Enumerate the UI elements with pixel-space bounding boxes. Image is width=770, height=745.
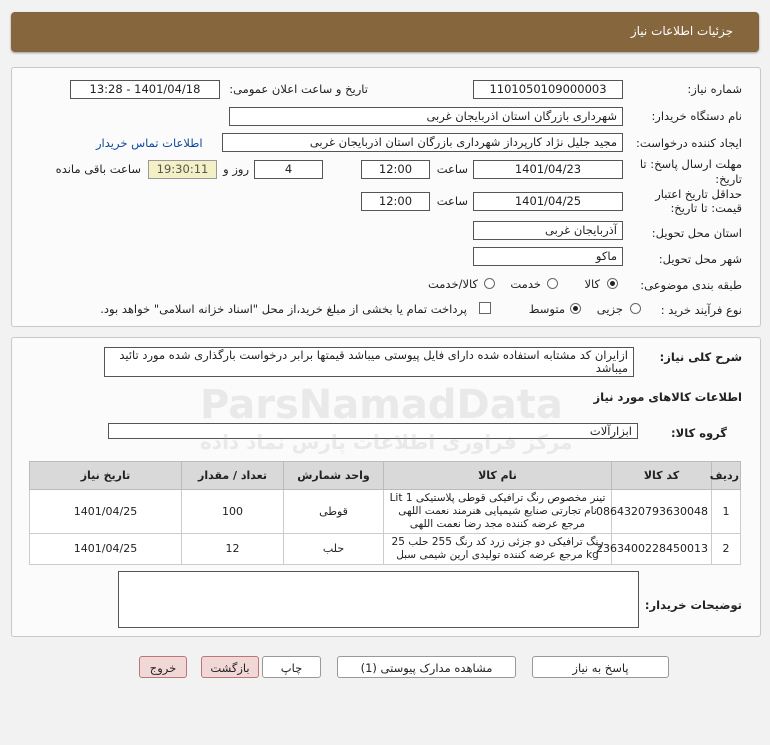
need-number-label: شماره نیاز: xyxy=(687,82,742,96)
item-name: رنگ ترافیکی دو جزئی زرد کد رنگ 255 حلب 2… xyxy=(383,533,612,565)
item-unit: قوطی xyxy=(283,489,384,534)
category-both-radio[interactable] xyxy=(484,278,495,289)
goods-table: ردیف کد کالا نام کالا واحد شمارش تعداد /… xyxy=(29,461,741,565)
item-code: 2363400228450013 xyxy=(596,533,712,565)
deadline-label-2: تاریخ: xyxy=(715,172,742,186)
header-need-date: تاریخ نیاز xyxy=(29,461,182,490)
item-need-date: 1401/04/25 xyxy=(29,533,182,565)
category-service-label: خدمت xyxy=(510,277,541,291)
treasury-payment-note: پرداخت تمام یا بخشی از مبلغ خرید،از محل … xyxy=(100,302,467,316)
process-medium-label: متوسط xyxy=(528,302,565,316)
deadline-label: مهلت ارسال پاسخ: تا xyxy=(639,157,742,171)
validity-time-field: 12:00 xyxy=(361,192,430,211)
validity-date-field: 1401/04/25 xyxy=(473,192,623,211)
item-name: تینر مخصوص رنگ ترافیکی قوطی پلاستیکی 1 L… xyxy=(383,489,612,534)
header-item-name: نام کالا xyxy=(383,461,612,490)
process-medium-radio[interactable] xyxy=(570,303,581,314)
creator-label: ایجاد کننده درخواست: xyxy=(636,136,742,150)
category-label: طبقه بندی موضوعی: xyxy=(640,278,742,292)
item-code: 0864320793630048 xyxy=(596,489,712,534)
days-label: روز و xyxy=(223,162,249,176)
header-item-code: کد کالا xyxy=(611,461,712,490)
header-unit: واحد شمارش xyxy=(283,461,384,490)
exit-button[interactable]: خروج xyxy=(139,656,187,678)
province-field: آذربایجان غربی xyxy=(473,221,623,240)
city-field: ماکو xyxy=(473,247,623,266)
buyer-label: نام دستگاه خریدار: xyxy=(651,109,742,123)
deadline-time-label: ساعت xyxy=(436,162,468,176)
creator-field: مجید جلیل نژاد کارپرداز شهرداری بازرگان … xyxy=(222,133,623,152)
announce-label: تاریخ و ساعت اعلان عمومی: xyxy=(229,82,368,96)
category-both-label: کالا/خدمت xyxy=(427,277,478,291)
validity-label-2: قیمت: تا تاریخ: xyxy=(670,201,742,215)
process-label: نوع فرآیند خرید : xyxy=(660,303,742,317)
goods-table-header: ردیف کد کالا نام کالا واحد شمارش تعداد /… xyxy=(29,461,741,490)
page-title: جزئیات اطلاعات نیاز xyxy=(630,24,733,38)
table-row: 2 2363400228450013 رنگ ترافیکی دو جزئی ز… xyxy=(29,533,741,565)
description-box: ازایران کد مشتابه استفاده شده دارای فایل… xyxy=(104,347,634,377)
description-text: ازایران کد مشتابه استفاده شده دارای فایل… xyxy=(119,348,628,375)
row-index: 2 xyxy=(711,533,741,565)
buyer-contact-link[interactable]: اطلاعات تماس خریدار xyxy=(96,136,203,150)
buyer-notes-label: توضیحات خریدار: xyxy=(644,598,742,612)
deadline-time-field: 12:00 xyxy=(361,160,430,179)
print-button[interactable]: چاپ xyxy=(262,656,321,678)
goods-group-label: گروه کالا: xyxy=(671,426,727,440)
validity-time-label: ساعت xyxy=(436,194,468,208)
category-goods-radio[interactable] xyxy=(607,278,618,289)
remaining-label: ساعت باقی مانده xyxy=(55,162,141,176)
row-index: 1 xyxy=(711,489,741,534)
category-service-radio[interactable] xyxy=(547,278,558,289)
header-quantity: تعداد / مقدار xyxy=(181,461,284,490)
item-need-date: 1401/04/25 xyxy=(29,489,182,534)
remaining-time-field: 19:30:11 xyxy=(148,160,217,179)
description-label: شرح کلی نیاز: xyxy=(659,350,742,364)
title-bar: جزئیات اطلاعات نیاز xyxy=(11,12,759,52)
item-quantity: 12 xyxy=(181,533,284,565)
announce-field: 1401/04/18 - 13:28 xyxy=(70,80,220,99)
category-goods-label: کالا xyxy=(584,277,600,291)
buyer-notes-box xyxy=(118,571,639,628)
item-unit: حلب xyxy=(283,533,384,565)
item-quantity: 100 xyxy=(181,489,284,534)
days-field: 4 xyxy=(254,160,323,179)
validity-label: حداقل تاریخ اعتبار xyxy=(655,187,742,201)
process-partial-radio[interactable] xyxy=(630,303,641,314)
header-row-index: ردیف xyxy=(710,461,741,490)
process-partial-label: جزیی xyxy=(596,302,623,316)
city-label: شهر محل تحویل: xyxy=(658,252,742,266)
deadline-date-field: 1401/04/23 xyxy=(473,160,623,179)
goods-group-field: ابزارآلات xyxy=(108,423,638,439)
reply-to-need-button[interactable]: پاسخ به نیاز xyxy=(532,656,669,678)
table-row: 1 0864320793630048 تینر مخصوص رنگ ترافیک… xyxy=(29,489,741,534)
province-label: استان محل تحویل: xyxy=(651,226,742,240)
goods-section-title: اطلاعات کالاهای مورد نیاز xyxy=(593,390,742,404)
need-number-field: 1101050109000003 xyxy=(473,80,623,99)
treasury-payment-checkbox[interactable] xyxy=(479,302,491,314)
view-attachments-button[interactable]: مشاهده مدارک پیوستی (1) xyxy=(337,656,516,678)
back-button[interactable]: بازگشت xyxy=(201,656,259,678)
buyer-field: شهرداری بازرگان استان اذربایجان غربی xyxy=(229,107,623,126)
